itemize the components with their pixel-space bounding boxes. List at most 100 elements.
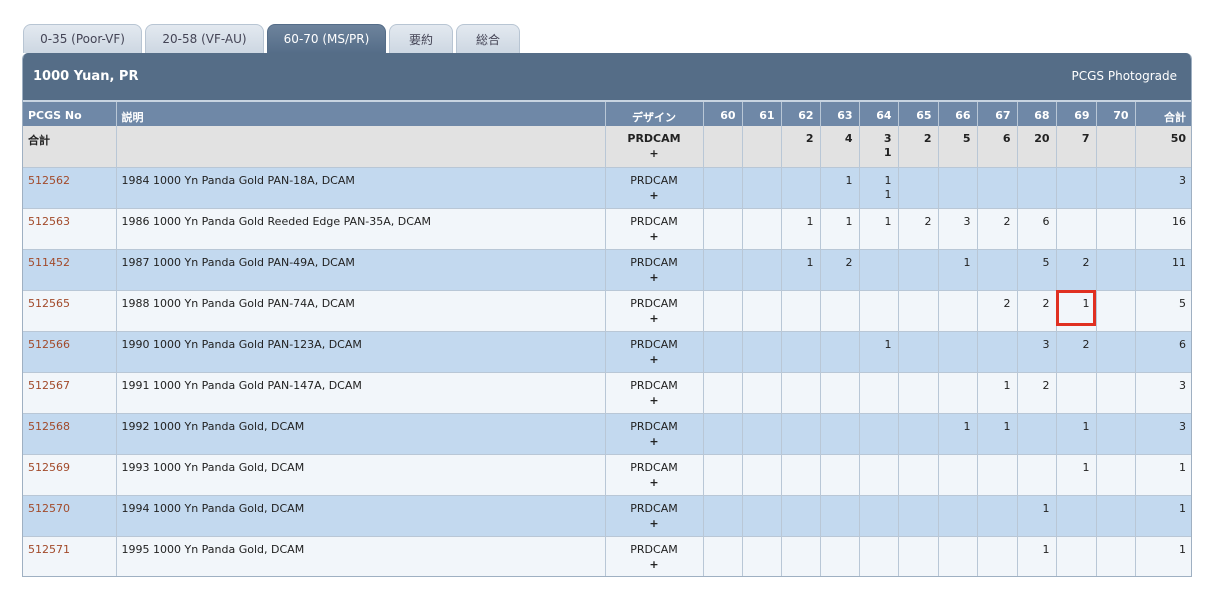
table-row: 512568 1992 1000 Yn Panda Gold, DCAM PRDCA… (23, 413, 1191, 455)
row-total-cell: 1 (1135, 536, 1191, 576)
expand-plus-icon[interactable]: + (606, 147, 703, 160)
pcgs-number-link[interactable]: 511452 (28, 256, 70, 269)
expand-plus-icon[interactable]: + (606, 558, 703, 571)
tab-vf-au[interactable]: 20-58 (VF-AU) (145, 24, 264, 53)
pcgs-number-link[interactable]: 512568 (28, 420, 70, 433)
grade-count-cell (742, 536, 782, 576)
grade-count-cell (1017, 413, 1057, 455)
pcgs-number-cell: 512571 (23, 536, 117, 576)
coin-description: 1984 1000 Yn Panda Gold PAN-18A, DCAM (116, 167, 606, 209)
row-total-cell: 1 (1135, 495, 1191, 537)
design-label: PRDCAM (630, 460, 678, 474)
grade-count-cell (820, 331, 860, 373)
row-total-cell: 11 (1135, 249, 1191, 291)
grade-count-cell: 4 (820, 126, 860, 168)
grade-count-cell: 1 (1017, 495, 1057, 537)
pcgs-photograde-link[interactable]: PCGS Photograde (1072, 69, 1177, 83)
pcgs-number-cell: 512570 (23, 495, 117, 537)
grade-count-cell (742, 290, 782, 332)
grade-count-cell (703, 413, 743, 455)
grade-count-cell: 20 (1017, 126, 1057, 168)
grade-count-cell (898, 249, 939, 291)
grade-count-cell: 3 (1017, 331, 1057, 373)
pcgs-number-link[interactable]: 512570 (28, 502, 70, 515)
design-cell: PRDCAM + (605, 495, 704, 537)
grade-count-cell (977, 454, 1018, 496)
row-total-cell: 6 (1135, 331, 1191, 373)
grade-count-cell: 6 (977, 126, 1018, 168)
grade-count-cell (938, 536, 978, 576)
pcgs-number-link[interactable]: 512565 (28, 297, 70, 310)
grade-count-cell (1096, 167, 1136, 209)
grade-count-cell (703, 331, 743, 373)
design-cell: PRDCAM + (605, 372, 704, 414)
grade-count-cell: 1 (781, 249, 821, 291)
grade-count-cell (742, 208, 782, 250)
expand-plus-icon[interactable]: + (606, 476, 703, 489)
grade-count-cell: 1 (1056, 413, 1097, 455)
design-label: PRDCAM (630, 337, 678, 351)
grade-count-cell (859, 495, 899, 537)
expand-plus-icon[interactable]: + (606, 517, 703, 530)
expand-plus-icon[interactable]: + (606, 312, 703, 325)
grade-count-cell (781, 495, 821, 537)
pcgs-number-cell: 512568 (23, 413, 117, 455)
expand-plus-icon[interactable]: + (606, 230, 703, 243)
grade-count-cell (781, 536, 821, 576)
grade-count-cell: 5 (938, 126, 978, 168)
expand-plus-icon[interactable]: + (606, 353, 703, 366)
expand-plus-icon[interactable]: + (606, 189, 703, 202)
pcgs-number-link[interactable]: 512562 (28, 174, 70, 187)
row-total-cell: 3 (1135, 372, 1191, 414)
design-cell: PRDCAM + (605, 331, 704, 373)
pcgs-number-link[interactable]: 512563 (28, 215, 70, 228)
tab-overall[interactable]: 総合 (456, 24, 520, 53)
design-label: PRDCAM (630, 214, 678, 228)
grade-count-cell: 1 (820, 167, 860, 209)
grade-count-cell (938, 167, 978, 209)
grade-count-cell (977, 331, 1018, 373)
pcgs-number-cell: 511452 (23, 249, 117, 291)
table-row: 512565 1988 1000 Yn Panda Gold PAN-74A, D… (23, 290, 1191, 332)
grade-count-cell (1096, 454, 1136, 496)
grade-count-cell (742, 126, 782, 168)
pcgs-number-link[interactable]: 512567 (28, 379, 70, 392)
coin-description: 1992 1000 Yn Panda Gold, DCAM (116, 413, 606, 455)
tab-ms-pr[interactable]: 60-70 (MS/PR) (267, 24, 386, 53)
grade-count-cell (1096, 331, 1136, 373)
grade-count-cell: 2 (1017, 372, 1057, 414)
grade-count-cell: 1 (781, 208, 821, 250)
coin-description: 1987 1000 Yn Panda Gold PAN-49A, DCAM (116, 249, 606, 291)
grade-count-cell: 2 (977, 290, 1018, 332)
grade-count-cell: 1 (859, 331, 899, 373)
grade-count-cell (781, 331, 821, 373)
pcgs-number-link[interactable]: 512571 (28, 543, 70, 556)
page-title: 1000 Yuan, PR (33, 69, 139, 84)
grade-count-cell (898, 331, 939, 373)
row-total-cell: 5 (1135, 290, 1191, 332)
expand-plus-icon[interactable]: + (606, 435, 703, 448)
column-header: 62 (781, 100, 821, 126)
tab-poor-vf[interactable]: 0-35 (Poor-VF) (23, 24, 142, 53)
grade-count-cell: 1 (1056, 290, 1097, 332)
table-row: 512563 1986 1000 Yn Panda Gold Reeded Edg… (23, 208, 1191, 250)
column-header: 68 (1017, 100, 1057, 126)
grade-count-cell: 3 (938, 208, 978, 250)
grade-count-cell (781, 167, 821, 209)
pcgs-number-link[interactable]: 512569 (28, 461, 70, 474)
column-header: PCGS No (23, 100, 117, 126)
design-label: PRDCAM (630, 255, 678, 269)
grade-count-cell (859, 413, 899, 455)
grade-count-cell (820, 290, 860, 332)
expand-plus-icon[interactable]: + (606, 271, 703, 284)
grade-count-cell (938, 331, 978, 373)
grade-count-cell: 1 (1017, 536, 1057, 576)
grade-count-cell (1096, 249, 1136, 291)
grade-count-cell (1056, 208, 1097, 250)
expand-plus-icon[interactable]: + (606, 394, 703, 407)
tab-summary[interactable]: 要約 (389, 24, 453, 53)
design-cell: PRDCAM + (605, 290, 704, 332)
grade-count-cell (977, 167, 1018, 209)
column-header: 61 (742, 100, 782, 126)
pcgs-number-link[interactable]: 512566 (28, 338, 70, 351)
